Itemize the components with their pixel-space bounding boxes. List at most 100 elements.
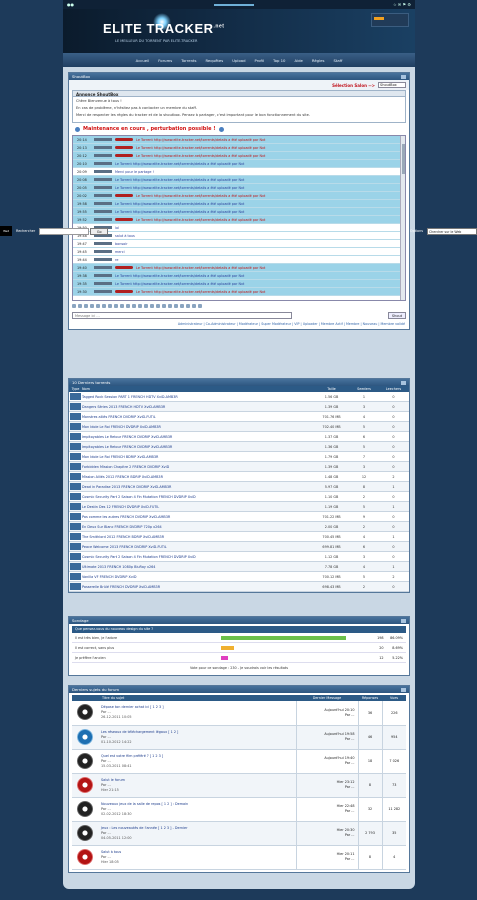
category-icon[interactable] xyxy=(69,491,82,502)
shoutbox-scrollbar[interactable] xyxy=(400,136,405,300)
shout-user[interactable] xyxy=(94,250,112,253)
site-logo[interactable]: ELITE TRACKER.net xyxy=(103,21,224,36)
torrent-row[interactable]: Pas comme les autres FRENCH DVDRIP XviD-… xyxy=(69,511,409,522)
shout-user[interactable] xyxy=(94,178,112,181)
last-post-author[interactable]: Par ... xyxy=(297,761,355,766)
category-icon[interactable] xyxy=(69,581,82,592)
category-icon[interactable] xyxy=(69,551,82,562)
smiley-icon[interactable] xyxy=(198,304,202,308)
forum-topic-row[interactable]: Nouveaux jeux de la salle de repos [ 1 2… xyxy=(72,797,406,822)
nav-item[interactable]: Staff xyxy=(333,58,342,63)
search-logo[interactable]: Wet xyxy=(0,226,12,236)
smiley-icon[interactable] xyxy=(186,304,190,308)
poll-footer[interactable]: Vote pour ce sondage : 230 - Je voudrais… xyxy=(72,663,406,673)
forum-topic-row[interactable]: Les réseaux de téléchargement légaux [ 1… xyxy=(72,725,406,750)
shoutbox-messages[interactable]: 20:14 Le Torrent http://www.elite-tracker… xyxy=(72,135,406,301)
torrent-row[interactable]: Passerelle Brûlé FRENCH DVDRIP XviD-AMB3… xyxy=(69,581,409,592)
shout-user[interactable] xyxy=(94,138,112,141)
smiley-icon[interactable] xyxy=(156,304,160,308)
shout-user[interactable] xyxy=(94,202,112,205)
shout-user[interactable] xyxy=(94,290,112,293)
last-post-author[interactable]: Par ... xyxy=(297,713,355,718)
category-icon[interactable] xyxy=(69,521,82,532)
nav-item[interactable]: Upload xyxy=(232,58,245,63)
smiley-icon[interactable] xyxy=(180,304,184,308)
smiley-icon[interactable] xyxy=(132,304,136,308)
forum-topic-row[interactable]: Salut le forum Par ... Hier 21:15 Hier 23:1… xyxy=(72,773,406,798)
smiley-icon[interactable] xyxy=(78,304,82,308)
collapse-icon[interactable] xyxy=(401,618,406,623)
nav-item[interactable]: Requêtes xyxy=(205,58,223,63)
options-link[interactable]: Options xyxy=(410,229,423,233)
smiley-icon[interactable] xyxy=(174,304,178,308)
torrent-row[interactable]: Le Destin Des 12 FRENCH DVDRIP XviD-FUTi… xyxy=(69,501,409,512)
torrent-name[interactable]: Cosmic Security Part 2 Saison 4 Fin Muta… xyxy=(82,495,196,499)
torrent-row[interactable]: En Deux Sur Blanc FRENCH DVDRIP 720p x26… xyxy=(69,521,409,532)
torrent-name[interactable]: Mission Alliés 2012 FRENCH BDRIP XviD-AM… xyxy=(82,475,163,479)
torrent-row[interactable]: Dangers Séries 2013 FRENCH HDTV XviD-AMB… xyxy=(69,401,409,412)
last-post-author[interactable]: Par ... xyxy=(297,857,355,862)
shout-user[interactable] xyxy=(94,242,112,245)
category-icon[interactable] xyxy=(69,501,82,512)
nav-item[interactable]: Profil xyxy=(255,58,264,63)
torrent-row[interactable]: Monstres alliés FRENCH DVDRIP XviD-FUTiL… xyxy=(69,411,409,422)
torrent-row[interactable]: Dead in Paradise 2013 FRENCH DVDRIP XviD… xyxy=(69,481,409,492)
send-button[interactable]: Shout xyxy=(388,312,406,319)
forum-topic-row[interactable]: Jeux : Les nouveautés de l'année [ 1 2 3… xyxy=(72,821,406,846)
last-post-author[interactable]: Par ... xyxy=(297,785,355,790)
torrent-name[interactable]: Impitoyables Le Retour FRENCH DVDRIP Xvi… xyxy=(82,445,172,449)
torrent-row[interactable]: Peace Welcome 2013 FRENCH DVDRIP XviD-FU… xyxy=(69,541,409,552)
torrent-row[interactable]: The Smithlord 2012 FRENCH BDRIP XviD-AMB… xyxy=(69,531,409,542)
torrent-row[interactable]: Cosmic Security Part 2 Saison 4 Fin Muta… xyxy=(69,491,409,502)
collapse-icon[interactable] xyxy=(401,74,406,79)
nav-item[interactable]: Aide xyxy=(294,58,302,63)
shout-user[interactable] xyxy=(94,266,112,269)
shout-user[interactable] xyxy=(94,274,112,277)
smiley-icon[interactable] xyxy=(108,304,112,308)
torrent-name[interactable]: Vanilla VF FRENCH DVDRIP XviD xyxy=(82,575,136,579)
smiley-icon[interactable] xyxy=(138,304,142,308)
user-box[interactable] xyxy=(371,13,409,27)
torrent-row[interactable]: Forbidden Mission Chapitre 2 FRENCH DVDR… xyxy=(69,461,409,472)
last-post-author[interactable]: Par ... xyxy=(297,737,355,742)
smiley-icon[interactable] xyxy=(72,304,76,308)
search-button[interactable]: Go xyxy=(90,227,109,235)
category-icon[interactable] xyxy=(69,531,82,542)
torrent-name[interactable]: Impitoyables Le Retour FRENCH DVDRIP Xvi… xyxy=(82,435,172,439)
smiley-icon[interactable] xyxy=(96,304,100,308)
smiley-icon[interactable] xyxy=(192,304,196,308)
last-post-author[interactable]: Par ... xyxy=(297,833,355,838)
category-icon[interactable] xyxy=(69,411,82,422)
smiley-icon[interactable] xyxy=(168,304,172,308)
torrent-name[interactable]: Tagged Rock Session PART 1 FRENCH HDTV X… xyxy=(82,395,178,399)
nav-item[interactable]: Règles xyxy=(312,58,325,63)
torrent-name[interactable]: Cosmic Security Part 2 Saison 4 Fin Muta… xyxy=(82,555,196,559)
smiley-icon[interactable] xyxy=(144,304,148,308)
shout-user[interactable] xyxy=(94,170,112,173)
forum-topic-row[interactable]: Salut à tous Par ... Hier 18:05 Hier 20:11 P… xyxy=(72,845,406,870)
torrent-row[interactable]: Mon Idole Le Roi FRENCH DVDRIP XviD-AMB3… xyxy=(69,421,409,432)
forum-topic-row[interactable]: Quel est votre film préféré ? [ 1 2 3 ] P… xyxy=(72,749,406,774)
torrent-row[interactable]: Mission Alliés 2012 FRENCH BDRIP XviD-AM… xyxy=(69,471,409,482)
category-icon[interactable] xyxy=(69,451,82,462)
smiley-icon[interactable] xyxy=(162,304,166,308)
torrent-name[interactable]: Pas comme les autres FRENCH DVDRIP XviD-… xyxy=(82,515,170,519)
category-icon[interactable] xyxy=(69,431,82,442)
category-icon[interactable] xyxy=(69,541,82,552)
torrent-name[interactable]: Forbidden Mission Chapitre 2 FRENCH DVDR… xyxy=(82,465,169,469)
torrent-row[interactable]: Vanilla VF FRENCH DVDRIP XviD 700.12 MB 5 2 xyxy=(69,571,409,582)
shout-user[interactable] xyxy=(94,218,112,221)
category-icon[interactable] xyxy=(69,441,82,452)
window-controls[interactable]: ●● xyxy=(67,2,74,7)
smiley-icon[interactable] xyxy=(120,304,124,308)
shout-user[interactable] xyxy=(94,258,112,261)
torrent-name[interactable]: Le Destin Des 12 FRENCH DVDRIP XviD-FUTi… xyxy=(82,505,159,509)
torrent-row[interactable]: Cosmic Security Part 2 Saison 4 Fin Muta… xyxy=(69,551,409,562)
torrent-name[interactable]: Ultimate 2013 FRENCH 1080p BluRay x264 xyxy=(82,565,155,569)
torrent-row[interactable]: Mon Idole Le Roi FRENCH BDRIP XviD-AMB3R… xyxy=(69,451,409,462)
smiley-icon[interactable] xyxy=(150,304,154,308)
category-icon[interactable] xyxy=(69,511,82,522)
category-icon[interactable] xyxy=(69,571,82,582)
shout-user[interactable] xyxy=(94,154,112,157)
torrent-row[interactable]: Ultimate 2013 FRENCH 1080p BluRay x264 7.… xyxy=(69,561,409,572)
